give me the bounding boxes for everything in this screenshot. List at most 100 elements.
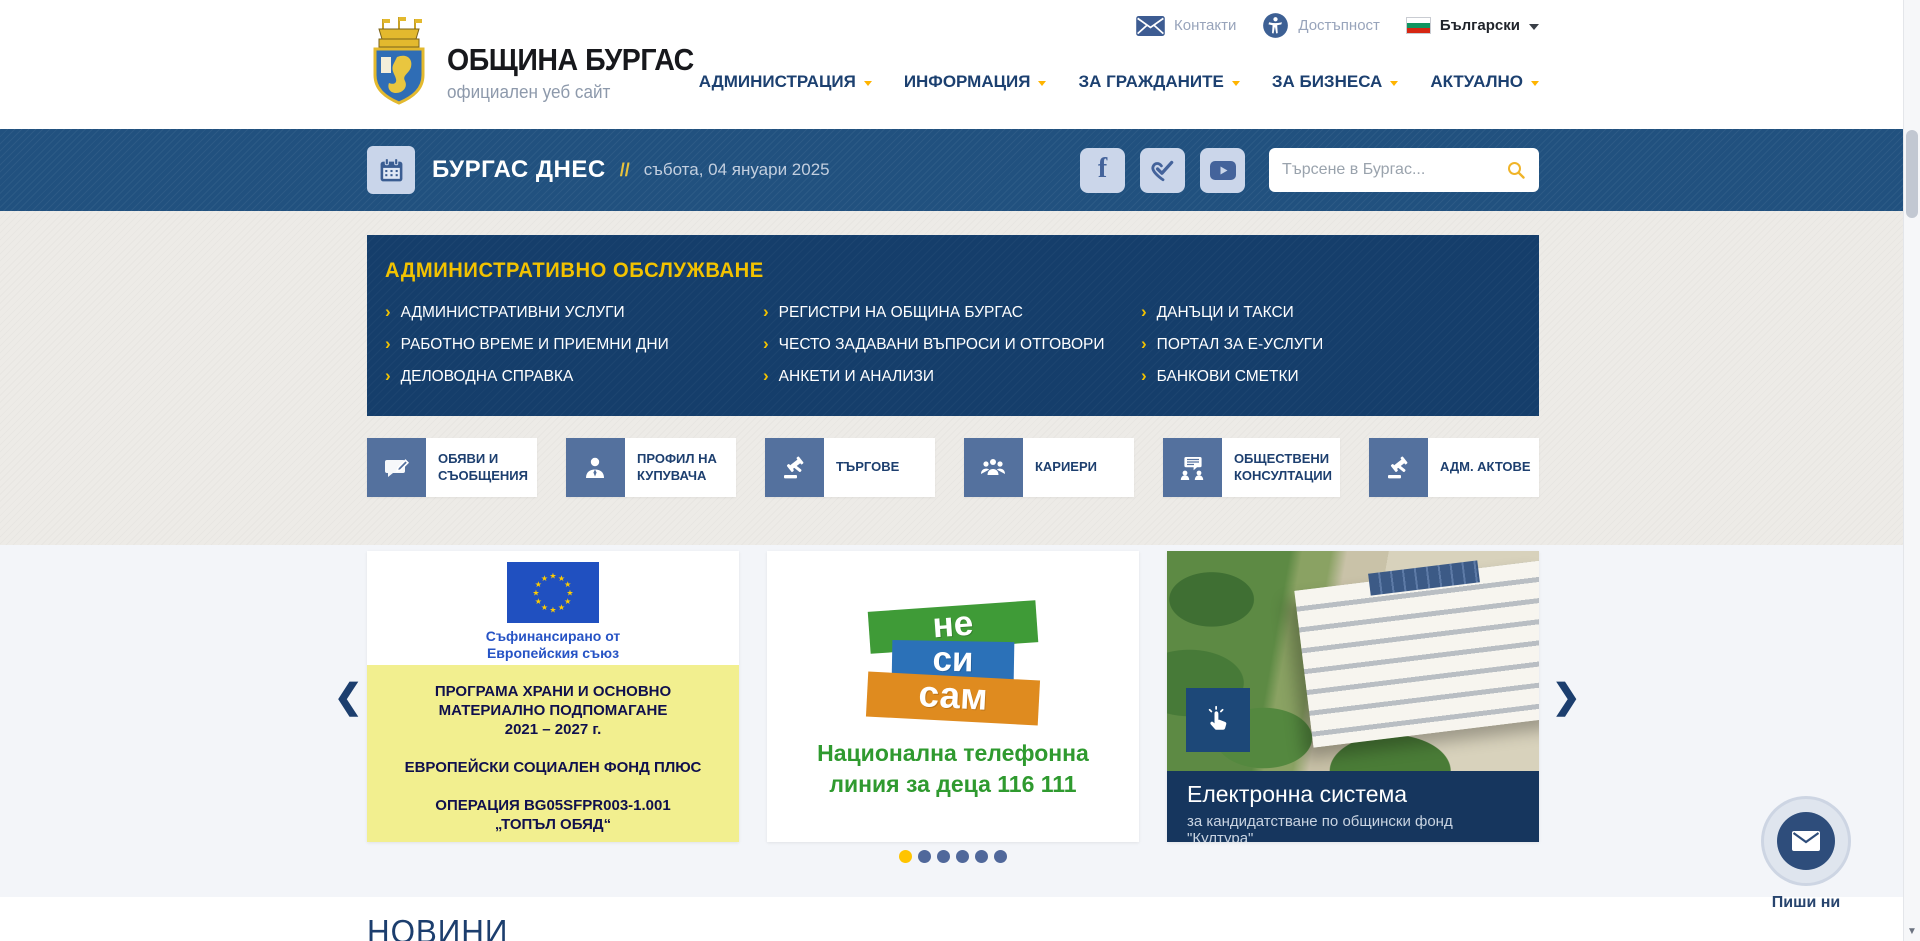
check-badge-icon: [1150, 157, 1176, 183]
tile-auctions[interactable]: ТЪРГОВЕ: [765, 438, 935, 497]
carousel-dot-5[interactable]: [975, 850, 988, 863]
link-label: АДМИНИСТРАТИВНИ УСЛУГИ: [401, 304, 625, 322]
contacts-link[interactable]: Контакти: [1136, 16, 1236, 36]
tile-administrative-acts[interactable]: АДМ. АКТОВЕ: [1369, 438, 1539, 497]
nav-label: ЗА БИЗНЕСА: [1272, 72, 1382, 92]
gavel-icon: [1384, 454, 1412, 482]
tile-careers[interactable]: КАРИЕРИ: [964, 438, 1134, 497]
contacts-label: Контакти: [1174, 17, 1236, 34]
link-surveys[interactable]: ›АНКЕТИ И АНАЛИЗИ: [763, 367, 1141, 386]
news-section: НОВИНИ: [0, 897, 1920, 941]
carousel-dot-4[interactable]: [956, 850, 969, 863]
site-header: ОБЩИНА БУРГАС официален уеб сайт Контакт…: [0, 0, 1920, 129]
search-icon[interactable]: [1506, 160, 1526, 180]
tile-label: ОБЯВИ И СЪОБЩЕНИЯ: [426, 451, 537, 485]
burgas-today-title[interactable]: БУРГАС ДНЕС: [432, 156, 606, 184]
check-badge-button[interactable]: [1140, 148, 1185, 193]
carousel-dot-2[interactable]: [918, 850, 931, 863]
helpline-caption: Национална телефонна линия за деца 116 1…: [817, 738, 1089, 800]
page-scrollbar[interactable]: ▼: [1903, 0, 1920, 941]
gavel-icon: [780, 454, 808, 482]
accessibility-icon: [1262, 12, 1289, 39]
eu-flag-icon: ★★★ ★★★ ★★★ ★★★: [507, 562, 599, 623]
separator: //: [620, 160, 630, 181]
main-navigation: АДМИНИСТРАЦИЯ ИНФОРМАЦИЯ ЗА ГРАЖДАНИТЕ З…: [699, 72, 1539, 92]
youtube-button[interactable]: [1200, 148, 1245, 193]
nav-label: АДМИНИСТРАЦИЯ: [699, 72, 856, 92]
envelope-icon: [1792, 831, 1820, 851]
carousel-prev-arrow[interactable]: ❮: [334, 680, 363, 714]
tile-public-consultations[interactable]: ОБЩЕСТВЕНИ КОНСУЛТАЦИИ: [1163, 438, 1340, 497]
link-label: АНКЕТИ И АНАЛИЗИ: [779, 368, 934, 386]
tile-label: ТЪРГОВЕ: [824, 459, 907, 476]
link-taxes[interactable]: › ДАНЪЦИ И ТАКСИ: [1141, 303, 1513, 322]
chevron-down-icon: [1529, 24, 1539, 30]
scrollbar-down-arrow[interactable]: ▼: [1904, 926, 1920, 937]
language-selector[interactable]: Български: [1406, 17, 1539, 34]
slide-caption-bar: Електронна система за кандидатстване по …: [1167, 771, 1539, 842]
link-working-hours[interactable]: ›РАБОТНО ВРЕМЕ И ПРИЕМНИ ДНИ: [385, 335, 763, 354]
link-records-check[interactable]: ›ДЕЛОВОДНА СПРАВКА: [385, 367, 763, 386]
nav-for-business[interactable]: ЗА БИЗНЕСА: [1272, 72, 1398, 92]
link-label: ДАНЪЦИ И ТАКСИ: [1157, 304, 1294, 322]
link-bank-accounts[interactable]: ›БАНКОВИ СМЕТКИ: [1141, 367, 1513, 386]
nav-label: ЗА ГРАЖДАНИТЕ: [1078, 72, 1223, 92]
link-label: ЧЕСТО ЗАДАВАНИ ВЪПРОСИ И ОТГОВОРИ: [779, 336, 1105, 354]
facebook-button[interactable]: f: [1080, 148, 1125, 193]
scrollbar-thumb[interactable]: [1906, 130, 1918, 218]
chevron-right-icon: ›: [763, 335, 769, 352]
write-to-us-label: Пиши ни: [1755, 894, 1857, 912]
link-eservices-portal[interactable]: ›ПОРТАЛ ЗА Е-УСЛУГИ: [1141, 335, 1513, 354]
panel-links: ›АДМИНИСТРАТИВНИ УСЛУГИ ›РЕГИСТРИ НА ОБЩ…: [385, 303, 1513, 386]
slide-culture-fund[interactable]: Електронна система за кандидатстване по …: [1167, 551, 1539, 842]
link-label: ДЕЛОВОДНА СПРАВКА: [401, 368, 574, 386]
tile-announcements[interactable]: ОБЯВИ И СЪОБЩЕНИЯ: [367, 438, 537, 497]
tile-buyer-profile[interactable]: ПРОФИЛ НА КУПУВАЧА: [566, 438, 736, 497]
svg-text:★: ★: [558, 603, 565, 612]
services-section: АДМИНИСТРАТИВНО ОБСЛУЖВАНЕ ›АДМИНИСТРАТИ…: [0, 211, 1920, 545]
link-faq[interactable]: › ЧЕСТО ЗАДАВАНИ ВЪПРОСИ И ОТГОВОРИ: [763, 335, 1141, 354]
carousel-dot-6[interactable]: [994, 850, 1007, 863]
link-label: РЕГИСТРИ НА ОБЩИНА БУРГАС: [779, 304, 1023, 322]
search-input[interactable]: [1282, 161, 1506, 179]
slide-children-helpline[interactable]: не си сам Национална телефонна линия за …: [767, 551, 1139, 842]
chevron-down-icon: [864, 81, 872, 86]
chevron-right-icon: ›: [1141, 303, 1147, 320]
accessibility-link[interactable]: Достъпност: [1262, 12, 1380, 39]
slide-eu-food-programme[interactable]: ★★★ ★★★ ★★★ ★★★ Съфинансирано от Европей…: [367, 551, 739, 842]
calendar-button[interactable]: [367, 146, 415, 194]
site-logo[interactable]: ОБЩИНА БУРГАС официален уеб сайт: [367, 14, 715, 108]
nav-for-citizens[interactable]: ЗА ГРАЖДАНИТЕ: [1078, 72, 1239, 92]
slide-subtitle: за кандидатстване по общински фонд "Култ…: [1187, 813, 1519, 842]
link-registers[interactable]: ›РЕГИСТРИ НА ОБЩИНА БУРГАС: [763, 303, 1141, 322]
chevron-right-icon: ›: [1141, 367, 1147, 384]
search-box: [1269, 148, 1539, 192]
tile-label: АДМ. АКТОВЕ: [1428, 459, 1539, 476]
social-buttons: f: [1080, 148, 1245, 193]
svg-text:★: ★: [541, 603, 548, 612]
eu-cofinance-caption: Съфинансирано от Европейския съюз: [486, 628, 621, 662]
write-to-us-button[interactable]: [1777, 812, 1835, 870]
banner-carousel: ★★★ ★★★ ★★★ ★★★ Съфинансирано от Европей…: [0, 545, 1920, 897]
hand-click-icon: [1203, 705, 1233, 735]
header-utility-links: Контакти Достъпност Български: [1136, 12, 1539, 39]
site-title: ОБЩИНА БУРГАС: [447, 42, 694, 78]
discussion-people-icon: [1178, 454, 1206, 482]
nav-information[interactable]: ИНФОРМАЦИЯ: [904, 72, 1047, 92]
carousel-dot-1[interactable]: [899, 850, 912, 863]
click-hand-badge: [1186, 688, 1250, 752]
svg-text:★: ★: [549, 572, 556, 581]
nav-administration[interactable]: АДМИНИСТРАЦИЯ: [699, 72, 872, 92]
carousel-dot-3[interactable]: [937, 850, 950, 863]
link-administrative-services[interactable]: ›АДМИНИСТРАТИВНИ УСЛУГИ: [385, 303, 763, 322]
administrative-services-panel: АДМИНИСТРАТИВНО ОБСЛУЖВАНЕ ›АДМИНИСТРАТИ…: [367, 235, 1539, 416]
chevron-down-icon: [1390, 81, 1398, 86]
language-label: Български: [1440, 17, 1520, 34]
nav-actual[interactable]: АКТУАЛНО: [1430, 72, 1539, 92]
svg-text:★: ★: [532, 589, 539, 598]
carousel-next-arrow[interactable]: ❯: [1552, 680, 1581, 714]
nav-label: АКТУАЛНО: [1430, 72, 1523, 92]
facebook-icon: f: [1098, 153, 1107, 185]
slide-title: Електронна система: [1187, 781, 1519, 808]
link-label: РАБОТНО ВРЕМЕ И ПРИЕМНИ ДНИ: [401, 336, 669, 354]
